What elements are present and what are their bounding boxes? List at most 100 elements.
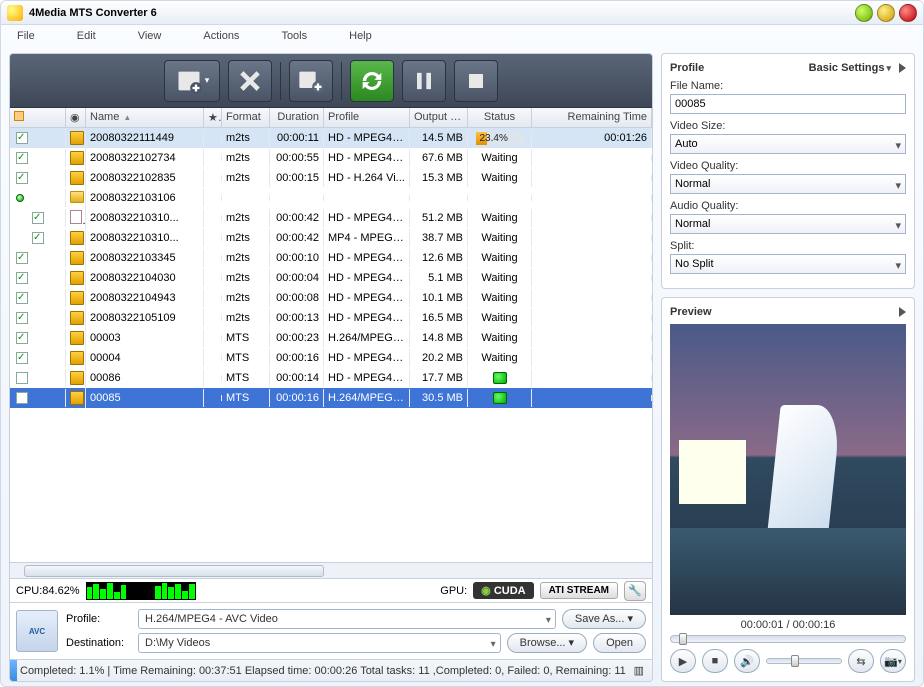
status-log-icon[interactable]: ▥ (632, 662, 646, 679)
row-checkbox[interactable] (16, 172, 28, 184)
table-row[interactable]: 2008032210310...m2ts00:00:42HD - MPEG4 V… (10, 208, 652, 228)
preview-stop-button[interactable]: ■ (702, 649, 728, 673)
split-select[interactable]: No Split (670, 254, 906, 274)
row-checkbox[interactable] (16, 252, 28, 264)
table-row[interactable]: 00004MTS00:00:16HD - MPEG4 Vi...20.2 MBW… (10, 348, 652, 368)
row-checkbox[interactable] (16, 272, 28, 284)
profile-combo[interactable]: H.264/MPEG4 - AVC Video (138, 609, 556, 629)
menu-actions[interactable]: Actions (203, 30, 239, 42)
scrollbar-thumb[interactable] (24, 565, 324, 577)
table-row[interactable]: 00085MTS00:00:16H.264/MPEG4...30.5 MB (10, 388, 652, 408)
row-checkbox[interactable] (16, 372, 28, 384)
mute-button[interactable]: 🔊 (734, 649, 760, 673)
pause-button[interactable] (402, 60, 446, 102)
menu-bar: File Edit View Actions Tools Help (1, 25, 923, 47)
row-checkbox[interactable] (32, 212, 44, 224)
table-row[interactable]: 20080322103345m2ts00:00:10HD - MPEG4 Vi.… (10, 248, 652, 268)
grid-body[interactable]: 20080322111449m2ts00:00:11HD - MPEG4 Vi.… (10, 128, 652, 562)
wrench-icon: 🔧 (628, 585, 642, 597)
col-profile[interactable]: Profile (324, 108, 410, 127)
seek-slider[interactable] (670, 635, 906, 643)
table-row[interactable]: 2008032210310...m2ts00:00:42MP4 - MPEG-4… (10, 228, 652, 248)
table-row[interactable]: 20080322105109m2ts00:00:13HD - MPEG4 Vi.… (10, 308, 652, 328)
delete-button[interactable] (228, 60, 272, 102)
col-disc-icon[interactable]: ◉ (66, 108, 86, 127)
row-checkbox[interactable] (16, 292, 28, 304)
table-row[interactable]: 00003MTS00:00:23H.264/MPEG4...14.8 MBWai… (10, 328, 652, 348)
table-row[interactable]: 20080322103106 (10, 188, 652, 208)
audio-quality-select[interactable]: Normal (670, 214, 906, 234)
profile-destination-area: AVC Profile: H.264/MPEG4 - AVC Video Sav… (10, 602, 652, 659)
profile-panel-expand-icon[interactable] (899, 63, 906, 73)
table-row[interactable]: 20080322102835m2ts00:00:15HD - H.264 Vi.… (10, 168, 652, 188)
menu-view[interactable]: View (138, 30, 162, 42)
row-checkbox[interactable] (16, 132, 28, 144)
volume-slider[interactable] (766, 658, 842, 664)
cuda-badge[interactable]: ◉ CUDA (473, 582, 533, 599)
table-row[interactable]: 20080322102734m2ts00:00:55HD - MPEG4 Vi.… (10, 148, 652, 168)
video-quality-select[interactable]: Normal (670, 174, 906, 194)
settings-wrench-button[interactable]: 🔧 (624, 581, 646, 601)
row-checkbox[interactable] (16, 392, 28, 404)
window-close-button[interactable] (899, 4, 917, 22)
preview-controls: ▶ ■ 🔊 ⇆ 📷▾ (670, 649, 906, 673)
preview-timecode: 00:00:01 / 00:00:16 (670, 619, 906, 631)
add-output-button[interactable] (289, 60, 333, 102)
col-status[interactable]: Status (468, 108, 532, 127)
content-area: ▾ (1, 47, 923, 686)
volume-knob[interactable] (791, 655, 799, 667)
preview-video-frame[interactable] (670, 324, 906, 615)
window-maximize-button[interactable] (877, 4, 895, 22)
window-minimize-button[interactable] (855, 4, 873, 22)
stop-button[interactable] (454, 60, 498, 102)
snapshot-button[interactable]: 📷▾ (880, 649, 906, 673)
table-row[interactable]: 00086MTS00:00:14HD - MPEG4 Vi...17.7 MB (10, 368, 652, 388)
film-icon (70, 251, 84, 265)
convert-button[interactable] (350, 60, 394, 102)
film-plus-icon (297, 67, 325, 95)
folder-icon (70, 191, 84, 203)
col-output-size[interactable]: Output Size (410, 108, 468, 127)
row-checkbox[interactable] (16, 332, 28, 344)
table-row[interactable]: 20080322111449m2ts00:00:11HD - MPEG4 Vi.… (10, 128, 652, 148)
play-button[interactable]: ▶ (670, 649, 696, 673)
status-text: Completed: 1.1% | Time Remaining: 00:37:… (16, 665, 626, 677)
video-size-select[interactable]: Auto (670, 134, 906, 154)
menu-edit[interactable]: Edit (77, 30, 96, 42)
loop-button[interactable]: ⇆ (848, 649, 874, 673)
preview-expand-icon[interactable] (899, 307, 906, 317)
save-as-button[interactable]: Save As... ▾ (562, 609, 646, 629)
file-name-input[interactable] (670, 94, 906, 114)
camera-icon: 📷 (884, 655, 898, 668)
col-checkbox[interactable] (10, 108, 66, 127)
basic-settings-dropdown[interactable]: Basic Settings (809, 62, 891, 74)
destination-combo[interactable]: D:\My Videos (138, 633, 501, 653)
status-bar: Completed: 1.1% | Time Remaining: 00:37:… (10, 659, 652, 681)
ati-stream-badge[interactable]: ATI STREAM (540, 582, 618, 599)
video-quality-label: Video Quality: (670, 160, 906, 172)
col-remaining[interactable]: Remaining Time (532, 108, 652, 127)
app-icon (7, 5, 23, 21)
main-toolbar: ▾ (10, 54, 652, 108)
video-size-label: Video Size: (670, 120, 906, 132)
row-checkbox[interactable] (32, 232, 44, 244)
browse-button[interactable]: Browse... ▾ (507, 633, 587, 653)
table-row[interactable]: 20080322104943m2ts00:00:08HD - MPEG4 Vi.… (10, 288, 652, 308)
row-checkbox[interactable] (16, 312, 28, 324)
col-duration[interactable]: Duration (270, 108, 324, 127)
col-name[interactable]: Name▲ (86, 108, 204, 127)
table-row[interactable]: 20080322104030m2ts00:00:04HD - MPEG4 Vi.… (10, 268, 652, 288)
doc-icon (70, 210, 82, 224)
row-checkbox[interactable] (16, 352, 28, 364)
open-button[interactable]: Open (593, 633, 646, 653)
menu-file[interactable]: File (17, 30, 35, 42)
col-star[interactable]: ★ (204, 108, 222, 127)
row-checkbox[interactable] (16, 152, 28, 164)
menu-tools[interactable]: Tools (281, 30, 307, 42)
seek-knob[interactable] (679, 633, 687, 645)
add-file-button[interactable]: ▾ (164, 60, 220, 102)
gpu-label: GPU: (440, 585, 467, 597)
col-format[interactable]: Format (222, 108, 270, 127)
horizontal-scrollbar[interactable] (10, 562, 652, 578)
menu-help[interactable]: Help (349, 30, 372, 42)
